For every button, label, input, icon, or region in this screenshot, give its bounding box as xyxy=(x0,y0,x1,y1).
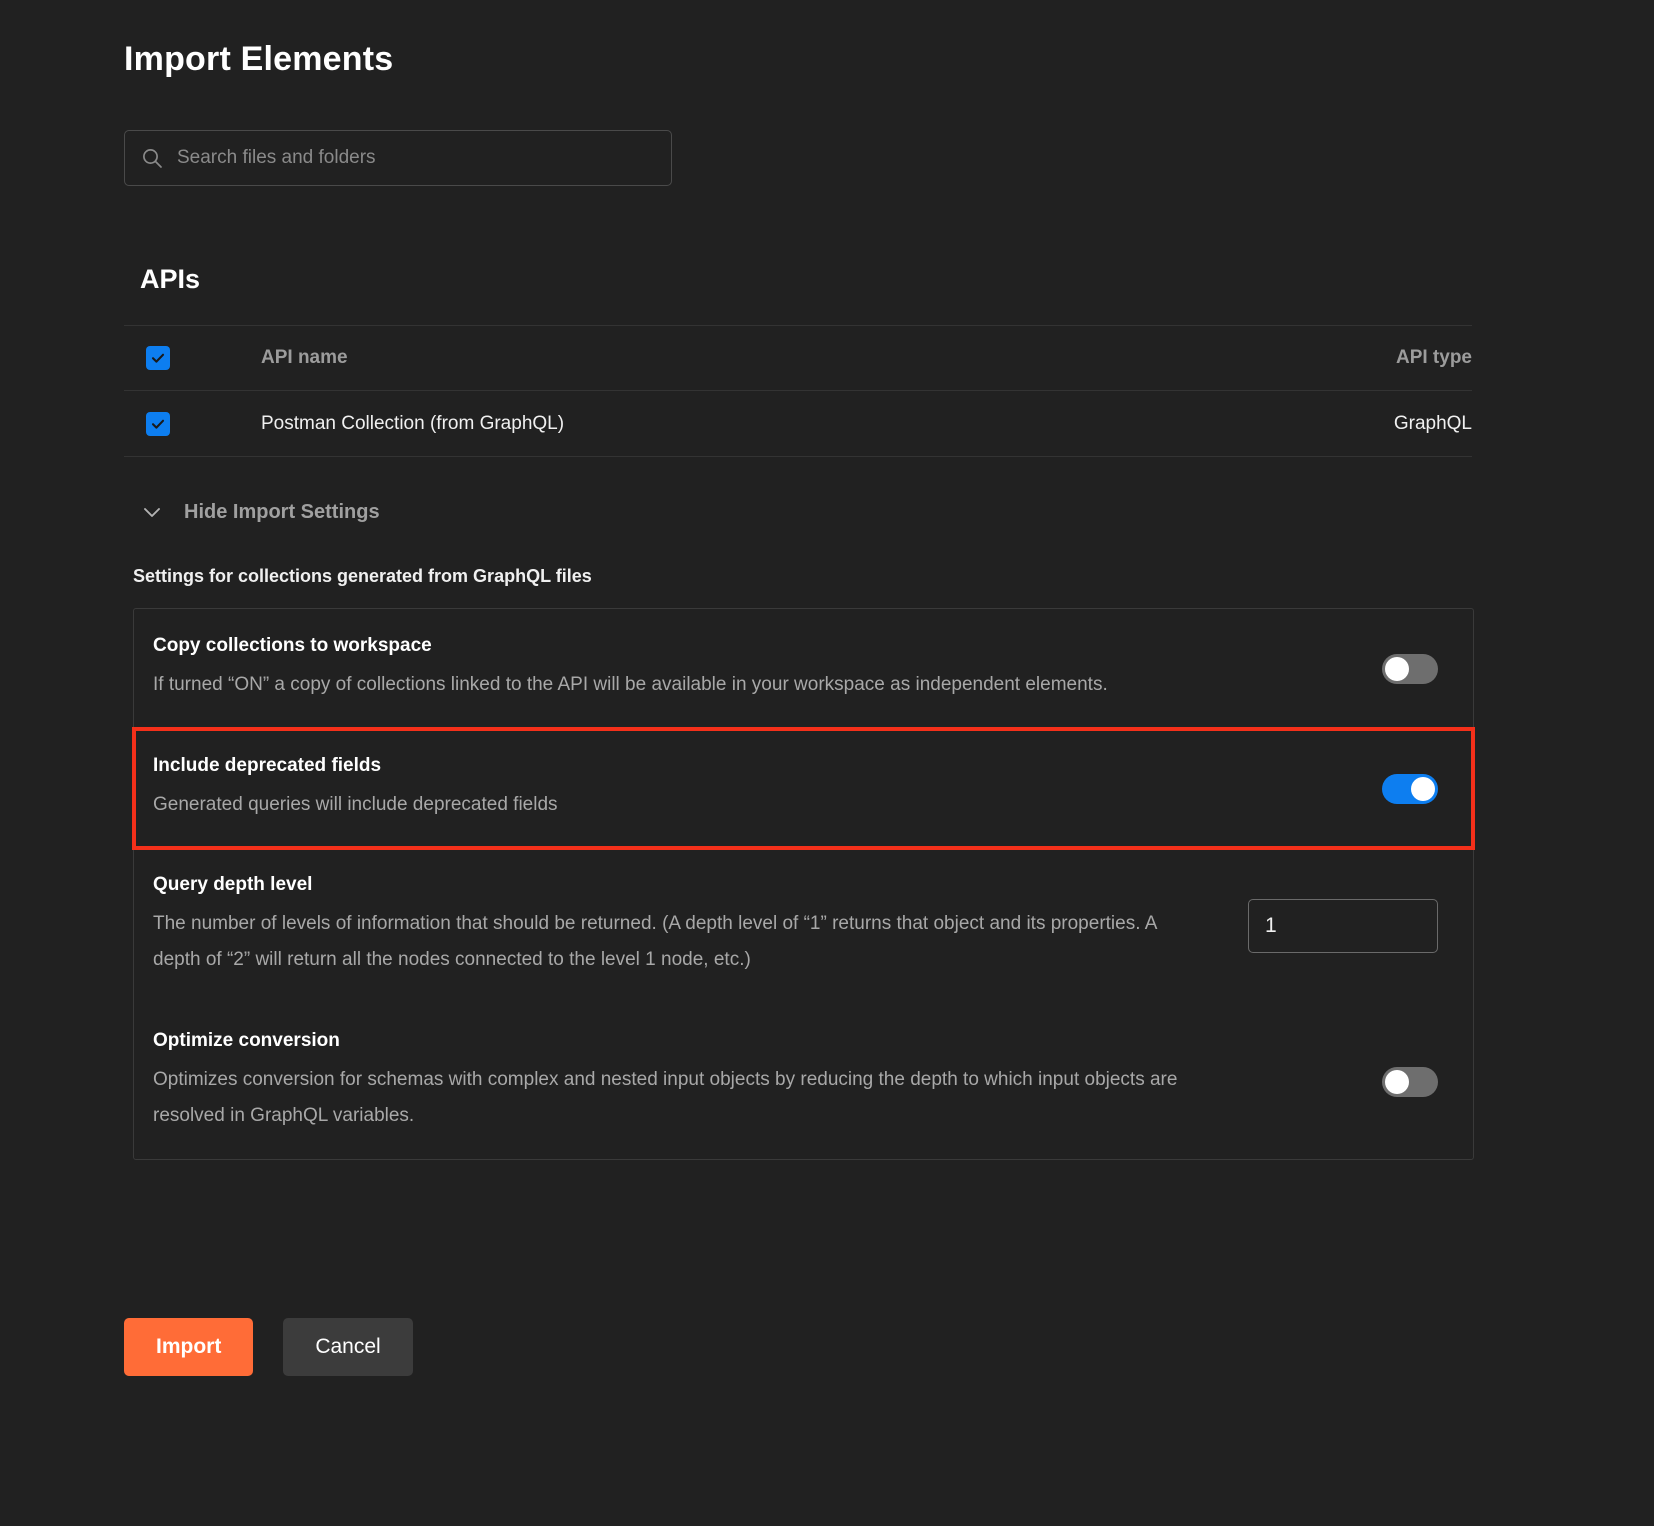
chevron-down-icon xyxy=(140,500,164,524)
setting-title: Optimize conversion xyxy=(153,1030,1227,1052)
import-button[interactable]: Import xyxy=(124,1318,253,1376)
setting-text: Query depth level The number of levels o… xyxy=(153,874,1248,977)
column-header-api-type: API type xyxy=(1242,347,1472,369)
table-header-row: API name API type xyxy=(124,325,1472,391)
setting-title: Query depth level xyxy=(153,874,1222,896)
setting-title: Include deprecated fields xyxy=(153,755,1227,777)
optimize-conversion-switch[interactable] xyxy=(1382,1067,1438,1097)
column-header-api-name: API name xyxy=(261,347,1242,369)
setting-description: The number of levels of information that… xyxy=(153,906,1198,977)
cancel-button[interactable]: Cancel xyxy=(283,1318,412,1376)
setting-copy-collections-to-workspace: Copy collections to workspace If turned … xyxy=(134,609,1473,729)
query-depth-level-input[interactable] xyxy=(1248,899,1438,953)
setting-include-deprecated-fields: Include deprecated fields Generated quer… xyxy=(134,729,1473,849)
apis-section-heading: APIs xyxy=(140,264,200,295)
switch-knob xyxy=(1411,777,1435,801)
setting-description: Generated queries will include deprecate… xyxy=(153,787,1198,823)
import-settings-card: Copy collections to workspace If turned … xyxy=(133,608,1474,1160)
hide-import-settings-label: Hide Import Settings xyxy=(184,501,380,524)
cell-api-name: Postman Collection (from GraphQL) xyxy=(261,413,1242,435)
setting-control xyxy=(1248,899,1443,953)
switch-knob xyxy=(1385,657,1409,681)
copy-collections-switch[interactable] xyxy=(1382,654,1438,684)
page-title: Import Elements xyxy=(124,40,393,79)
select-all-cell xyxy=(124,346,261,370)
select-all-checkbox[interactable] xyxy=(146,346,170,370)
setting-control xyxy=(1253,1067,1443,1097)
setting-control xyxy=(1253,774,1443,804)
hide-import-settings-toggle[interactable]: Hide Import Settings xyxy=(140,500,380,524)
setting-query-depth-level: Query depth level The number of levels o… xyxy=(134,848,1473,1003)
apis-table: API name API type Postman Collection (fr… xyxy=(124,325,1472,457)
search-box[interactable] xyxy=(124,130,672,186)
switch-knob xyxy=(1385,1070,1409,1094)
setting-description: If turned “ON” a copy of collections lin… xyxy=(153,667,1198,703)
import-elements-dialog: Import Elements APIs API name API type xyxy=(0,0,1654,1526)
include-deprecated-fields-switch[interactable] xyxy=(1382,774,1438,804)
row-select-cell xyxy=(124,412,261,436)
search-icon xyxy=(141,147,163,169)
setting-text: Copy collections to workspace If turned … xyxy=(153,635,1253,703)
table-row[interactable]: Postman Collection (from GraphQL) GraphQ… xyxy=(124,391,1472,457)
row-checkbox[interactable] xyxy=(146,412,170,436)
settings-caption: Settings for collections generated from … xyxy=(133,566,592,587)
setting-title: Copy collections to workspace xyxy=(153,635,1227,657)
setting-description: Optimizes conversion for schemas with co… xyxy=(153,1062,1198,1133)
search-input[interactable] xyxy=(177,147,655,169)
cell-api-type: GraphQL xyxy=(1242,413,1472,435)
setting-text: Optimize conversion Optimizes conversion… xyxy=(153,1030,1253,1133)
dialog-footer: Import Cancel xyxy=(124,1318,413,1376)
setting-optimize-conversion: Optimize conversion Optimizes conversion… xyxy=(134,1004,1473,1159)
setting-text: Include deprecated fields Generated quer… xyxy=(153,755,1253,823)
setting-control xyxy=(1253,654,1443,684)
